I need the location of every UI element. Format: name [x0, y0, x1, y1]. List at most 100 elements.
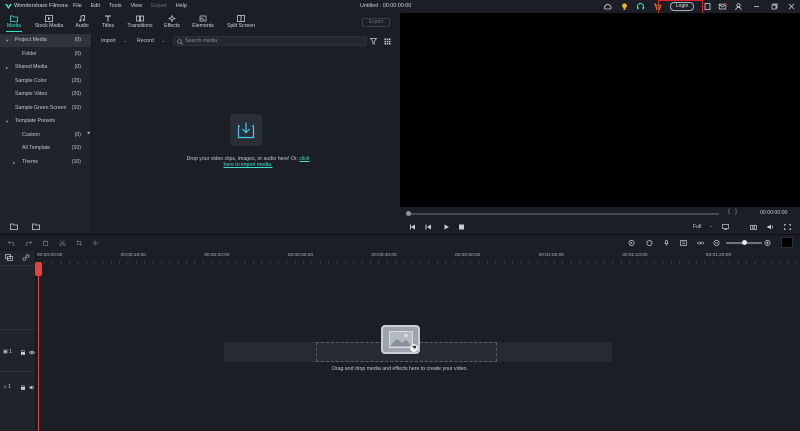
import-media-button[interactable] [230, 114, 262, 146]
search-input[interactable]: Search media [173, 36, 367, 46]
folder-icon[interactable] [32, 223, 40, 230]
track-headers: ▣ 1 ♫ 1 [0, 251, 36, 431]
cursor-hand-icon: ☚ [410, 344, 418, 352]
link-tracks-icon[interactable] [22, 254, 30, 261]
tab-stock-media[interactable]: Stock Media [34, 15, 64, 29]
menu-view[interactable]: View [131, 3, 143, 9]
preview-quality-select[interactable]: Full [693, 224, 701, 230]
document-title: Untitled : 00:00:00:00 [360, 3, 412, 9]
import-link-part1[interactable]: click [299, 156, 309, 162]
audio-track-icon: ♫ [3, 384, 7, 390]
fullscreen-icon[interactable] [784, 224, 791, 230]
tab-split-screen[interactable]: Split Screen [222, 15, 260, 29]
tree-item[interactable]: Custom (0) [0, 129, 91, 142]
tab-titles[interactable]: Titles [94, 15, 122, 29]
collapsed-caret-icon[interactable]: ▸ [13, 156, 15, 169]
timeline-toolbar [0, 234, 800, 250]
microphone-icon[interactable] [663, 240, 670, 246]
new-folder-icon[interactable] [10, 223, 18, 230]
tree-item[interactable]: ▸ Theme (10) [0, 156, 91, 169]
undo-icon[interactable] [8, 240, 15, 246]
lock-icon[interactable] [20, 350, 26, 355]
tree-item[interactable]: Sample Green Screen (10) [0, 102, 91, 115]
search-icon [177, 39, 183, 45]
tree-item[interactable]: ▸ Shared Media (0) [0, 61, 91, 74]
timeline-ruler[interactable]: 00:00:00:00 00:00:10:00 00:00:20:00 00:00:3… [36, 251, 800, 265]
monitor-icon[interactable] [722, 224, 729, 230]
split-screen-icon [237, 15, 245, 22]
close-icon[interactable] [787, 2, 796, 11]
shield-icon[interactable] [646, 240, 653, 246]
tree-item-label: Sample Color [15, 77, 47, 84]
collapse-panel-icon[interactable]: ◂ [87, 130, 90, 136]
lock-icon[interactable] [20, 385, 26, 390]
restore-icon[interactable] [770, 2, 779, 11]
tree-item[interactable]: Folder (0) [0, 48, 91, 61]
tree-item[interactable]: Sample Color (25) [0, 75, 91, 88]
media-drop-thumbnail: ☚ [381, 325, 420, 354]
previous-frame-icon[interactable] [409, 224, 416, 230]
snapshot-icon[interactable] [750, 224, 757, 230]
export-button[interactable]: Export [362, 18, 390, 27]
account-icon[interactable] [734, 2, 743, 11]
download-icon [237, 122, 255, 139]
filmora-logo-icon [4, 2, 13, 11]
speaker-icon[interactable] [29, 385, 35, 390]
tab-elements[interactable]: Elements [189, 15, 217, 29]
chevron-down-icon: ⌄ [123, 38, 128, 44]
mark-in-out-icon[interactable]: { } [728, 209, 737, 215]
crop-icon[interactable] [76, 240, 83, 246]
zoom-out-icon[interactable] [713, 240, 720, 246]
tree-item[interactable]: ▾ Project Media (0) [0, 34, 91, 47]
grid-view-icon[interactable] [384, 38, 391, 45]
scrubber-handle[interactable] [406, 211, 411, 216]
add-track-icon[interactable] [5, 254, 13, 261]
expanded-caret-icon[interactable]: ▾ [6, 115, 8, 128]
tree-item[interactable]: ▾ Template Presets [0, 115, 91, 128]
play-icon[interactable] [443, 224, 450, 230]
menu-file[interactable]: File [73, 3, 82, 9]
tab-transitions[interactable]: Transitions [124, 15, 156, 29]
menu-help[interactable]: Help [176, 3, 187, 9]
tree-item-label: Custom [22, 131, 40, 138]
zoom-in-icon[interactable] [764, 240, 771, 246]
delete-icon[interactable] [42, 240, 49, 246]
file-icon[interactable] [703, 2, 712, 11]
render-icon[interactable] [628, 240, 635, 246]
minimize-icon[interactable] [752, 2, 761, 11]
zoom-slider-handle[interactable] [742, 240, 747, 245]
record-dropdown[interactable]: Record ⌄ [137, 36, 166, 46]
tree-item-count: (0) [74, 37, 81, 43]
tab-effects[interactable]: Effects [158, 15, 186, 29]
timeline-layout-icon[interactable] [781, 237, 793, 248]
menu-edit[interactable]: Edit [91, 3, 100, 9]
eye-icon[interactable] [29, 350, 35, 355]
cut-icon[interactable] [59, 240, 66, 246]
stop-icon[interactable] [458, 224, 465, 230]
menu-tools[interactable]: Tools [109, 3, 122, 9]
mail-icon[interactable] [718, 2, 727, 11]
preview-controls: { } 00:00:00:00 Full ⌄ [400, 207, 800, 233]
import-link-part2[interactable]: here to import media. [223, 162, 272, 168]
link-icon[interactable] [697, 240, 704, 246]
tab-audio[interactable]: Audio [68, 15, 96, 29]
filter-icon[interactable] [370, 38, 377, 45]
divider [0, 265, 35, 266]
tree-item[interactable]: All Template (10) [0, 142, 91, 155]
tree-item-label: Theme [22, 158, 39, 165]
tree-item[interactable]: Sample Video (20) [0, 88, 91, 101]
tab-media[interactable]: Media [0, 15, 28, 32]
redo-icon[interactable] [25, 240, 32, 246]
preview-scrubber[interactable] [409, 213, 719, 215]
volume-icon[interactable] [767, 224, 774, 230]
playhead[interactable] [38, 262, 39, 431]
audio-wave-icon[interactable] [92, 240, 99, 246]
voiceover-icon[interactable] [680, 240, 687, 246]
expanded-caret-icon[interactable]: ▾ [6, 34, 8, 47]
collapsed-caret-icon[interactable]: ▸ [6, 61, 8, 74]
menu-export[interactable]: Export [151, 3, 167, 9]
elements-icon [199, 15, 207, 22]
import-dropdown[interactable]: Import ⌄ [101, 36, 128, 46]
tree-item-count: (0) [74, 64, 81, 70]
step-back-icon[interactable] [425, 224, 432, 230]
